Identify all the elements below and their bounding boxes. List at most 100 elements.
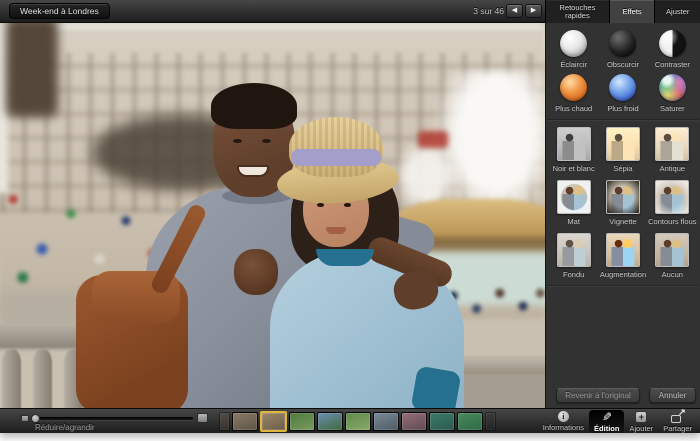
preset-thumbnail bbox=[557, 233, 591, 267]
toolbar-partager[interactable]: ↗ Partager bbox=[658, 409, 697, 433]
mode-toolbar: i Informations ✎ Édition + Ajouter ↗ Pa bbox=[538, 409, 697, 433]
darken-sphere-icon bbox=[609, 30, 636, 57]
preset-antique[interactable]: Antique bbox=[648, 127, 697, 173]
effect-label: Plus chaud bbox=[555, 104, 592, 113]
effect-spheres-grid: Éclaircir Obscurcir Contraster Plus chau… bbox=[546, 23, 700, 113]
effect-saturer-button[interactable]: Saturer bbox=[648, 74, 697, 113]
effect-label: Éclaircir bbox=[560, 60, 587, 69]
photo-nelson-column bbox=[6, 23, 58, 117]
effect-contraster-button[interactable]: Contraster bbox=[648, 30, 697, 69]
share-arrow: ↗ bbox=[678, 407, 686, 418]
photo-canvas[interactable] bbox=[0, 23, 545, 408]
tab-ajuster[interactable]: Ajuster bbox=[654, 0, 700, 23]
add-icon: + bbox=[635, 411, 647, 423]
filmstrip-thumb-2[interactable] bbox=[232, 412, 258, 431]
lighten-sphere-icon bbox=[560, 30, 587, 57]
photo-man-smile bbox=[237, 165, 269, 177]
photo-woman-eye bbox=[317, 203, 324, 207]
toolbar-edition[interactable]: ✎ Édition bbox=[589, 410, 624, 433]
bottom-toolbar: Réduire/agrandir i Informations ✎ Éditio… bbox=[0, 408, 700, 433]
filmstrip-thumb-4[interactable] bbox=[289, 412, 315, 431]
preset-noir-et-blanc[interactable]: Noir et blanc bbox=[549, 127, 598, 173]
filmstrip-thumb-1[interactable] bbox=[219, 412, 230, 431]
preset-thumbnail bbox=[655, 127, 689, 161]
effect-label: Plus froid bbox=[607, 104, 638, 113]
photo-woman-collar bbox=[316, 249, 374, 266]
previous-photo-button[interactable]: ◀ bbox=[506, 4, 523, 18]
preset-thumbnail bbox=[606, 127, 640, 161]
effect-presets-grid: Noir et blanc Sépia Antique Mat Vignette bbox=[546, 121, 700, 279]
effect-obscurcir-button[interactable]: Obscurcir bbox=[598, 30, 647, 69]
photo-man-hair bbox=[211, 83, 297, 129]
effect-plus-chaud-button[interactable]: Plus chaud bbox=[549, 74, 598, 113]
effect-label: Contraster bbox=[655, 60, 690, 69]
preset-vignette[interactable]: Vignette bbox=[598, 180, 647, 226]
cancel-button[interactable]: Annuler bbox=[649, 388, 696, 403]
album-back-button[interactable]: Week-end à Londres bbox=[9, 3, 110, 19]
effect-eclaircir-button[interactable]: Éclaircir bbox=[549, 30, 598, 69]
preset-label: Aucun bbox=[662, 270, 683, 279]
zoom-slider-label: Réduire/agrandir bbox=[35, 423, 95, 432]
preset-label: Augmentation bbox=[600, 270, 646, 279]
warmer-sphere-icon bbox=[560, 74, 587, 101]
photo-woman-smile bbox=[326, 227, 346, 234]
title-bar: Week-end à Londres 3 sur 46 ◀ ▶ Retouche… bbox=[0, 0, 700, 23]
zoom-control: Réduire/agrandir bbox=[0, 409, 215, 433]
photo-woman-cuff bbox=[411, 366, 462, 408]
preset-label: Sépia bbox=[613, 164, 632, 173]
photo-red-bus bbox=[418, 131, 448, 148]
filmstrip-thumb-10[interactable] bbox=[457, 412, 483, 431]
info-icon: i bbox=[558, 411, 569, 422]
preset-thumbnail bbox=[606, 180, 640, 214]
preset-thumbnail bbox=[655, 233, 689, 267]
preset-contours-flous[interactable]: Contours flous bbox=[648, 180, 697, 226]
photo-man-eye bbox=[262, 139, 271, 143]
preset-aucun[interactable]: Aucun bbox=[648, 233, 697, 279]
tab-effets[interactable]: Effets bbox=[609, 0, 655, 23]
preset-fondu[interactable]: Fondu bbox=[549, 233, 598, 279]
toolbar-label: Édition bbox=[594, 424, 619, 433]
panel-action-buttons: Revenir à l'original Annuler bbox=[556, 388, 696, 403]
next-photo-button[interactable]: ▶ bbox=[525, 4, 542, 18]
toolbar-label: Informations bbox=[543, 423, 584, 432]
toolbar-ajouter[interactable]: + Ajouter bbox=[624, 409, 658, 433]
effect-label: Saturer bbox=[660, 104, 685, 113]
filmstrip-thumb-11[interactable] bbox=[485, 412, 496, 431]
filmstrip-thumb-5[interactable] bbox=[317, 412, 343, 431]
preset-thumbnail bbox=[606, 233, 640, 267]
edit-mode-tabs: Retouches rapides Effets Ajuster bbox=[545, 0, 700, 23]
toolbar-label: Ajouter bbox=[629, 424, 653, 433]
preset-label: Fondu bbox=[563, 270, 584, 279]
photo-man-eye bbox=[233, 139, 242, 143]
preset-label: Antique bbox=[660, 164, 685, 173]
toolbar-informations[interactable]: i Informations bbox=[538, 409, 589, 433]
filmstrip-thumb-7[interactable] bbox=[373, 412, 399, 431]
filmstrip-thumb-6[interactable] bbox=[345, 412, 371, 431]
toolbar-label: Partager bbox=[663, 424, 692, 433]
share-icon: ↗ bbox=[671, 410, 685, 423]
photo-nav: ◀ ▶ bbox=[506, 4, 542, 18]
saturate-sphere-icon bbox=[659, 74, 686, 101]
preset-mat[interactable]: Mat bbox=[549, 180, 598, 226]
zoom-in-thumbnail-icon[interactable] bbox=[197, 413, 208, 423]
preset-label: Noir et blanc bbox=[553, 164, 595, 173]
photo-man-hand bbox=[234, 249, 278, 295]
filmstrip bbox=[219, 411, 496, 432]
preset-sepia[interactable]: Sépia bbox=[598, 127, 647, 173]
filmstrip-thumb-3[interactable] bbox=[260, 411, 287, 432]
filmstrip-thumb-8[interactable] bbox=[401, 412, 427, 431]
revert-to-original-button[interactable]: Revenir à l'original bbox=[556, 388, 640, 403]
zoom-slider-track[interactable] bbox=[33, 417, 193, 420]
cooler-sphere-icon bbox=[609, 74, 636, 101]
preset-thumbnail bbox=[557, 180, 591, 214]
zoom-out-thumbnail-icon[interactable] bbox=[21, 415, 29, 422]
effect-plus-froid-button[interactable]: Plus froid bbox=[598, 74, 647, 113]
zoom-slider-knob[interactable] bbox=[31, 414, 40, 423]
photo-baluster bbox=[2, 349, 21, 408]
effect-label: Obscurcir bbox=[607, 60, 639, 69]
preset-augmentation[interactable]: Augmentation bbox=[598, 233, 647, 279]
preset-label: Vignette bbox=[609, 217, 636, 226]
tab-retouches-rapides[interactable]: Retouches rapides bbox=[545, 0, 609, 23]
preset-label: Mat bbox=[567, 217, 580, 226]
filmstrip-thumb-9[interactable] bbox=[429, 412, 455, 431]
